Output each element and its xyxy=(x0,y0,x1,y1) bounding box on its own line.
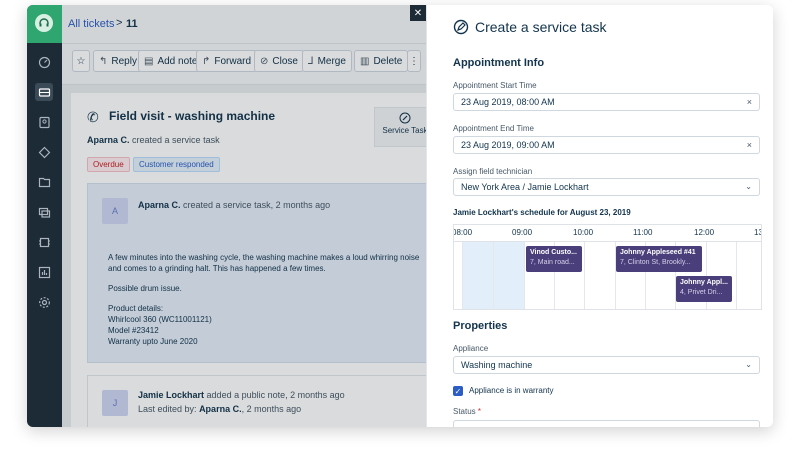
close-panel-button[interactable]: ✕ xyxy=(410,5,426,21)
close-icon: ✕ xyxy=(413,7,423,19)
warranty-checkbox[interactable]: ✓ xyxy=(453,386,463,396)
schedule-event[interactable]: Johnny Appleseed #41 7, Clinton St, Broo… xyxy=(616,246,702,272)
service-task-icon xyxy=(453,19,469,35)
appliance-label: Appliance xyxy=(453,344,489,353)
status-label: Status * xyxy=(453,407,481,416)
technician-label: Assign field technician xyxy=(453,167,533,176)
grid-line xyxy=(524,242,525,309)
start-time-label: Appointment Start Time xyxy=(453,81,537,90)
properties-heading: Properties xyxy=(453,320,508,332)
dashboard-icon[interactable] xyxy=(35,53,53,71)
clear-icon[interactable]: × xyxy=(747,137,752,153)
required-mark: * xyxy=(477,407,482,416)
appliance-value: Washing machine xyxy=(461,360,533,370)
headset-logo-icon[interactable] xyxy=(35,14,53,32)
time-label: 12:00 xyxy=(694,228,715,237)
groups-icon[interactable] xyxy=(35,143,53,161)
end-time-value: 23 Aug 2019, 09:00 AM xyxy=(461,140,555,150)
end-time-field[interactable]: 23 Aug 2019, 09:00 AM × xyxy=(453,136,760,154)
event-address: 4, Privet Dri... xyxy=(680,289,723,296)
forums-icon[interactable] xyxy=(35,203,53,221)
left-nav xyxy=(27,5,62,427)
knowledge-base-icon[interactable] xyxy=(35,173,53,191)
chevron-down-icon: ⌄ xyxy=(745,360,752,369)
time-label: 10:00 xyxy=(573,228,594,237)
technician-schedule: 08:00 09:00 10:00 11:00 12:00 13 Vinod C… xyxy=(453,224,762,310)
schedule-event[interactable]: Vinod Custo... 7, Main road... xyxy=(526,246,582,272)
assets-icon[interactable] xyxy=(35,233,53,251)
time-label: 09:00 xyxy=(512,228,533,237)
schedule-title: Jamie Lockhart's schedule for August 23,… xyxy=(453,208,631,217)
panel-title: Create a service task xyxy=(453,19,607,35)
schedule-event[interactable]: Johnny Appl... 4, Privet Dri... xyxy=(676,276,732,302)
grid-line xyxy=(462,242,463,309)
appointment-info-heading: Appointment Info xyxy=(453,57,545,69)
contacts-icon[interactable] xyxy=(35,113,53,131)
status-select[interactable] xyxy=(453,420,760,427)
time-label: 08:00 xyxy=(453,228,473,237)
grid-line xyxy=(584,242,585,309)
time-label: 13 xyxy=(754,228,761,237)
schedule-header: 08:00 09:00 10:00 11:00 12:00 13 xyxy=(454,225,761,242)
tickets-icon[interactable] xyxy=(35,83,53,101)
start-time-value: 23 Aug 2019, 08:00 AM xyxy=(461,97,555,107)
clear-icon[interactable]: × xyxy=(747,94,752,110)
event-name: Johnny Appl... xyxy=(680,279,728,286)
status-label-text: Status xyxy=(453,407,476,416)
event-address: 7, Main road... xyxy=(530,259,575,266)
panel-title-text: Create a service task xyxy=(475,19,607,35)
nav-brand-area xyxy=(27,5,62,43)
app-window: All tickets > 11 ☆ ↰ Reply ▤ Add note ↱ For… xyxy=(27,5,773,427)
time-label: 11:00 xyxy=(633,228,653,237)
service-task-panel: Create a service task Appointment Info A… xyxy=(426,5,773,427)
technician-value: New York Area / Jamie Lockhart xyxy=(461,182,589,192)
chevron-down-icon: ⌄ xyxy=(745,182,752,191)
event-name: Vinod Custo... xyxy=(530,249,577,256)
appliance-select[interactable]: Washing machine ⌄ xyxy=(453,356,760,374)
reports-icon[interactable] xyxy=(35,263,53,281)
warranty-checkbox-label[interactable]: Appliance is in warranty xyxy=(469,386,553,395)
event-address: 7, Clinton St, Brookly... xyxy=(620,259,691,266)
end-time-label: Appointment End Time xyxy=(453,124,534,133)
start-time-field[interactable]: 23 Aug 2019, 08:00 AM × xyxy=(453,93,760,111)
settings-gear-icon[interactable] xyxy=(35,293,53,311)
event-name: Johnny Appleseed #41 xyxy=(620,249,696,256)
grid-line xyxy=(736,242,737,309)
modal-overlay[interactable] xyxy=(62,5,426,427)
technician-select[interactable]: New York Area / Jamie Lockhart ⌄ xyxy=(453,178,760,196)
grid-line xyxy=(493,242,494,309)
